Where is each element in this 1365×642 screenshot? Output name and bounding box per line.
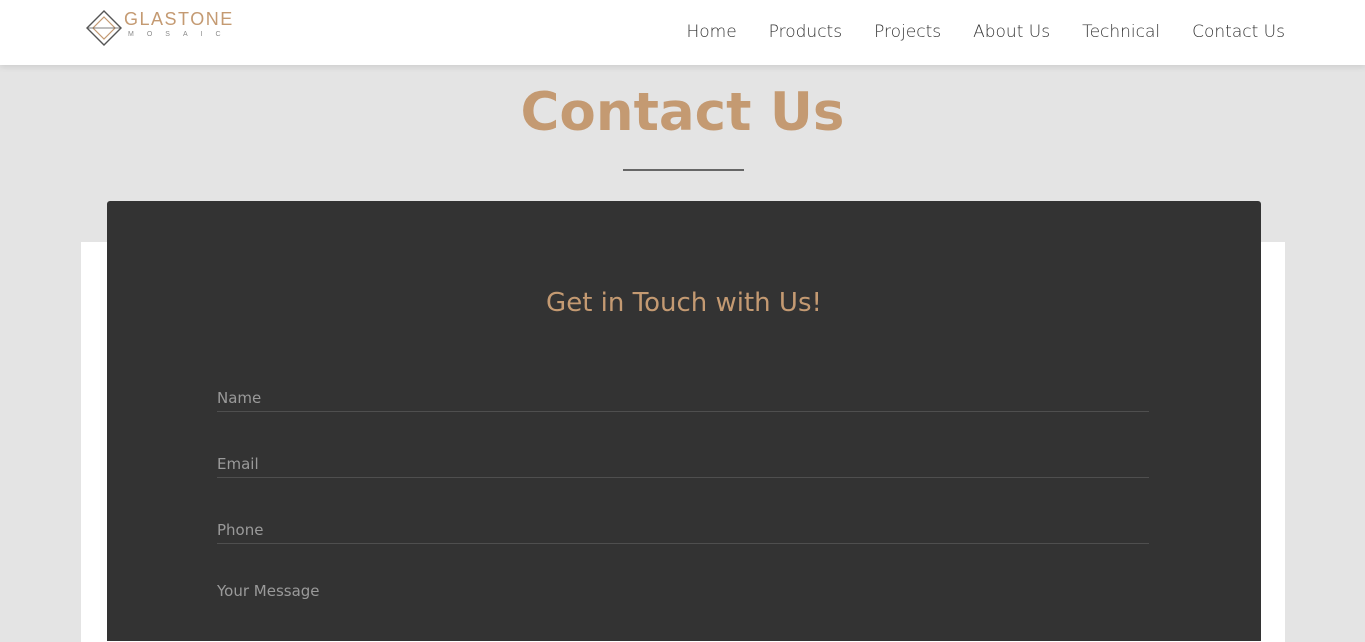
logo-subtitle: MOSAIC xyxy=(128,31,234,38)
message-field-wrapper xyxy=(217,574,1149,634)
nav-technical[interactable]: Technical xyxy=(1082,21,1160,43)
form-heading: Get in Touch with Us! xyxy=(546,288,822,318)
logo-name: GLASTONE xyxy=(124,9,234,29)
name-input[interactable] xyxy=(217,376,1149,411)
phone-field-wrapper xyxy=(217,508,1149,544)
nav-contact-us[interactable]: Contact Us xyxy=(1192,21,1285,43)
name-field-wrapper xyxy=(217,376,1149,412)
site-header: GLASTONE MOSAIC Home Products Projects A… xyxy=(0,0,1365,65)
brand-logo[interactable]: GLASTONE MOSAIC xyxy=(84,6,254,48)
email-field-wrapper xyxy=(217,442,1149,478)
message-input[interactable] xyxy=(217,574,1149,634)
logo-mark-icon xyxy=(86,10,122,46)
nav-about-us[interactable]: About Us xyxy=(973,21,1050,43)
main-nav: Home Products Projects About Us Technica… xyxy=(654,21,1285,43)
page-title: Contact Us xyxy=(520,82,845,143)
nav-projects[interactable]: Projects xyxy=(874,21,941,43)
title-divider xyxy=(623,169,744,171)
email-input[interactable] xyxy=(217,442,1149,477)
nav-home[interactable]: Home xyxy=(686,21,736,43)
contact-form-card: Get in Touch with Us! xyxy=(107,201,1261,641)
nav-products[interactable]: Products xyxy=(769,21,842,43)
phone-input[interactable] xyxy=(217,508,1149,543)
